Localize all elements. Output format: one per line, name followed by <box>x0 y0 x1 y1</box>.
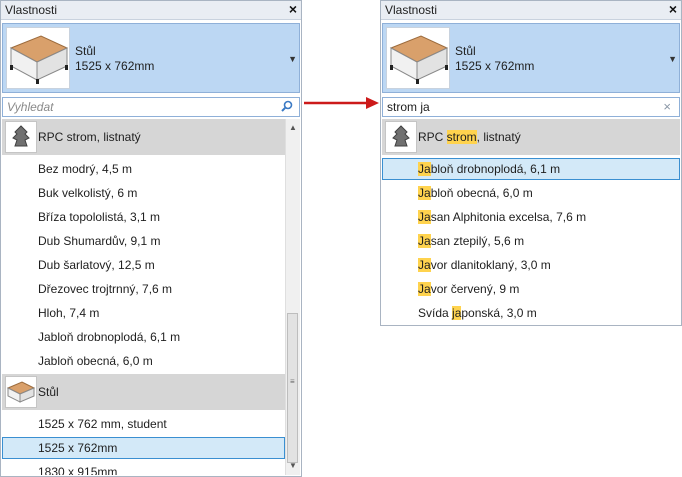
selected-type-size: 1525 x 762mm <box>455 59 535 73</box>
list-item[interactable]: Jasan Alphitonia excelsa, 7,6 m <box>382 206 680 228</box>
properties-panel-right: Vlastnosti × Stůl 1525 x 762mm ▼ × <box>380 0 682 326</box>
list-item[interactable]: Svída japonská, 3,0 m <box>382 302 680 324</box>
scroll-thumb[interactable]: ≡ <box>287 313 298 463</box>
group-label: RPC strom, listnatý <box>418 130 521 144</box>
type-selector[interactable]: Stůl 1525 x 762mm ▼ <box>2 23 300 93</box>
match-highlight: Ja <box>418 234 431 248</box>
match-highlight: Ja <box>418 162 431 176</box>
item-post: vor červený, 9 m <box>430 282 520 296</box>
list-item[interactable]: Dřezovec trojtrnný, 7,6 m <box>2 278 285 300</box>
selected-type: Stůl 1525 x 762mm <box>455 44 534 74</box>
panel-title: Vlastnosti <box>5 3 58 17</box>
group-header-rpc-strom: RPC strom, listnatý <box>2 119 285 155</box>
search-icon[interactable] <box>281 100 293 115</box>
scroll-down-icon[interactable]: ▼ <box>286 459 300 473</box>
label-suffix: , listnatý <box>476 130 521 144</box>
item-pre: Svída <box>418 306 453 320</box>
search-box[interactable] <box>2 97 300 117</box>
group-label: Stůl <box>38 385 59 399</box>
search-input[interactable] <box>385 99 649 114</box>
selected-family-name: Stůl <box>75 44 96 58</box>
close-icon[interactable]: × <box>669 1 677 17</box>
list-item[interactable]: Bez modrý, 4,5 m <box>2 158 285 180</box>
match-highlight: Ja <box>418 186 431 200</box>
list-item-selected[interactable]: Jabloň drobnoplodá, 6,1 m <box>382 158 680 180</box>
clear-icon[interactable]: × <box>663 99 671 114</box>
type-list: RPC strom, listnatý Bez modrý, 4,5 m Buk… <box>2 119 285 475</box>
type-selector[interactable]: Stůl 1525 x 762mm ▼ <box>382 23 680 93</box>
item-post: bloň obecná, 6,0 m <box>430 186 533 200</box>
list-item-selected[interactable]: 1525 x 762mm <box>2 437 285 459</box>
search-input[interactable] <box>5 99 269 114</box>
table-thumbnail <box>386 27 450 89</box>
filtered-list: RPC strom, listnatý Jabloň drobnoplodá, … <box>382 119 680 324</box>
label-prefix: RPC <box>418 130 447 144</box>
selected-type-size: 1525 x 762mm <box>75 59 155 73</box>
list-item[interactable]: Dub šarlatový, 12,5 m <box>2 254 285 276</box>
list-item[interactable]: Dub Shumardův, 9,1 m <box>2 230 285 252</box>
arrow-right-icon <box>304 97 379 109</box>
vertical-scrollbar[interactable]: ▲ ≡ ▼ <box>285 119 300 475</box>
item-post: vor dlanitoklaný, 3,0 m <box>430 258 551 272</box>
item-post: san Alphitonia excelsa, 7,6 m <box>430 210 587 224</box>
item-post: ponská, 3,0 m <box>461 306 537 320</box>
table-thumbnail <box>6 27 70 89</box>
group-label: RPC strom, listnatý <box>38 130 141 144</box>
match-highlight: Ja <box>418 210 431 224</box>
grip-icon: ≡ <box>290 377 295 386</box>
group-header-rpc-strom: RPC strom, listnatý <box>382 119 680 155</box>
titlebar: Vlastnosti × <box>1 1 301 20</box>
search-box[interactable]: × <box>382 97 680 117</box>
list-item[interactable]: Javor dlanitoklaný, 3,0 m <box>382 254 680 276</box>
titlebar: Vlastnosti × <box>381 1 681 20</box>
selected-family-name: Stůl <box>455 44 476 58</box>
panel-title: Vlastnosti <box>385 3 438 17</box>
close-icon[interactable]: × <box>289 1 297 17</box>
item-post: san ztepilý, 5,6 m <box>430 234 525 248</box>
list-item[interactable]: Buk velkolistý, 6 m <box>2 182 285 204</box>
list-item[interactable]: Jasan ztepilý, 5,6 m <box>382 230 680 252</box>
table-icon <box>5 376 37 408</box>
list-item[interactable]: Jabloň obecná, 6,0 m <box>2 350 285 372</box>
group-header-stul: Stůl <box>2 374 285 410</box>
tree-icon <box>385 121 417 153</box>
item-post: bloň drobnoplodá, 6,1 m <box>430 162 561 176</box>
list-item[interactable]: Bříza topololistá, 3,1 m <box>2 206 285 228</box>
match-highlight: Ja <box>418 282 431 296</box>
match-highlight: strom <box>446 130 477 144</box>
list-item[interactable]: 1525 x 762 mm, student <box>2 413 285 435</box>
selected-type: Stůl 1525 x 762mm <box>75 44 154 74</box>
match-highlight: ja <box>452 306 462 320</box>
chevron-down-icon[interactable]: ▼ <box>668 54 677 64</box>
chevron-down-icon[interactable]: ▼ <box>288 54 297 64</box>
match-highlight: Ja <box>418 258 431 272</box>
list-item[interactable]: Jabloň drobnoplodá, 6,1 m <box>2 326 285 348</box>
list-item[interactable]: Javor červený, 9 m <box>382 278 680 300</box>
tree-icon <box>5 121 37 153</box>
list-item[interactable]: Hloh, 7,4 m <box>2 302 285 324</box>
list-item[interactable]: 1830 x 915mm <box>2 461 285 475</box>
list-item[interactable]: Jabloň obecná, 6,0 m <box>382 182 680 204</box>
properties-panel-left: Vlastnosti × Stůl 1525 x 762mm ▼ Vyhleda… <box>0 0 302 477</box>
scroll-up-icon[interactable]: ▲ <box>286 121 300 135</box>
